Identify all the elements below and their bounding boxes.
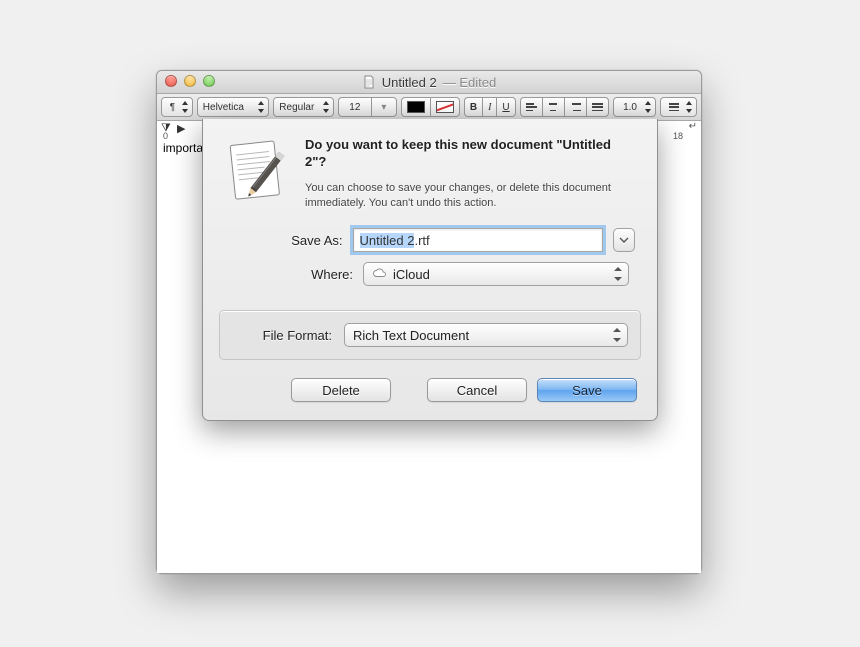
dialog-buttons: Delete Cancel Save [203,360,657,402]
align-center-button[interactable] [542,97,564,117]
italic-button[interactable]: I [482,97,496,117]
window-title-text: Untitled 2 [382,75,437,90]
window-title: Untitled 2 — Edited [157,75,701,90]
font-family-dropdown[interactable]: Helvetica [197,97,270,117]
font-size-stepper[interactable]: ▾ [371,97,397,117]
filename-selected-portion: Untitled 2 [360,233,415,248]
document-text: importa [163,141,203,155]
list-style-dropdown[interactable] [660,97,697,117]
paragraph-icon: ¶ [170,102,175,113]
where-value: iCloud [393,267,430,282]
line-spacing-dropdown[interactable]: 1.0 [613,97,657,117]
font-style-dropdown[interactable]: Regular [273,97,334,117]
alignment-buttons [520,97,609,117]
font-style-buttons: B I U [464,97,516,117]
align-justify-button[interactable] [586,97,609,117]
save-dialog-sheet: Do you want to keep this new document "U… [202,119,658,421]
file-format-label: File Format: [232,328,344,343]
expand-save-panel-button[interactable] [613,228,635,252]
bold-button[interactable]: B [464,97,482,117]
textedit-app-icon [221,137,291,210]
file-format-value: Rich Text Document [353,328,469,343]
format-toolbar: ¶ Helvetica Regular 12 ▾ B I U 1.0 [157,94,701,121]
save-as-label: Save As: [203,233,353,248]
dialog-headline: Do you want to keep this new document "U… [305,137,635,171]
where-label: Where: [203,267,363,282]
delete-button[interactable]: Delete [291,378,391,402]
save-button[interactable]: Save [537,378,637,402]
align-right-button[interactable] [564,97,586,117]
font-size-value[interactable]: 12 [338,97,371,117]
dropdown-arrows-icon [614,265,623,283]
cancel-button[interactable]: Cancel [427,378,527,402]
dropdown-arrows-icon [613,326,622,344]
document-icon [362,75,376,89]
title-bar: Untitled 2 — Edited [157,71,701,94]
file-format-dropdown[interactable]: Rich Text Document [344,323,628,347]
font-size-control[interactable]: 12 ▾ [338,97,397,117]
text-color-button[interactable] [401,97,430,117]
filename-extension: .rtf [414,233,429,248]
file-format-group: File Format: Rich Text Document [219,310,641,360]
highlight-color-button[interactable] [430,97,460,117]
paragraph-style-dropdown[interactable]: ¶ [161,97,193,117]
save-as-filename-input[interactable]: Untitled 2.rtf [353,228,603,252]
ruler-tab-stop-icon[interactable]: ▶ [177,122,185,135]
where-location-dropdown[interactable]: iCloud [363,262,629,286]
textedit-window: Untitled 2 — Edited ¶ Helvetica Regular … [156,70,702,574]
cloud-icon [372,267,387,282]
dialog-description: You can choose to save your changes, or … [305,181,625,211]
color-controls [401,97,460,117]
window-title-edited: — Edited [443,75,496,90]
underline-button[interactable]: U [496,97,515,117]
ruler-wrap-icon[interactable]: ↵ [689,121,697,132]
align-left-button[interactable] [520,97,542,117]
